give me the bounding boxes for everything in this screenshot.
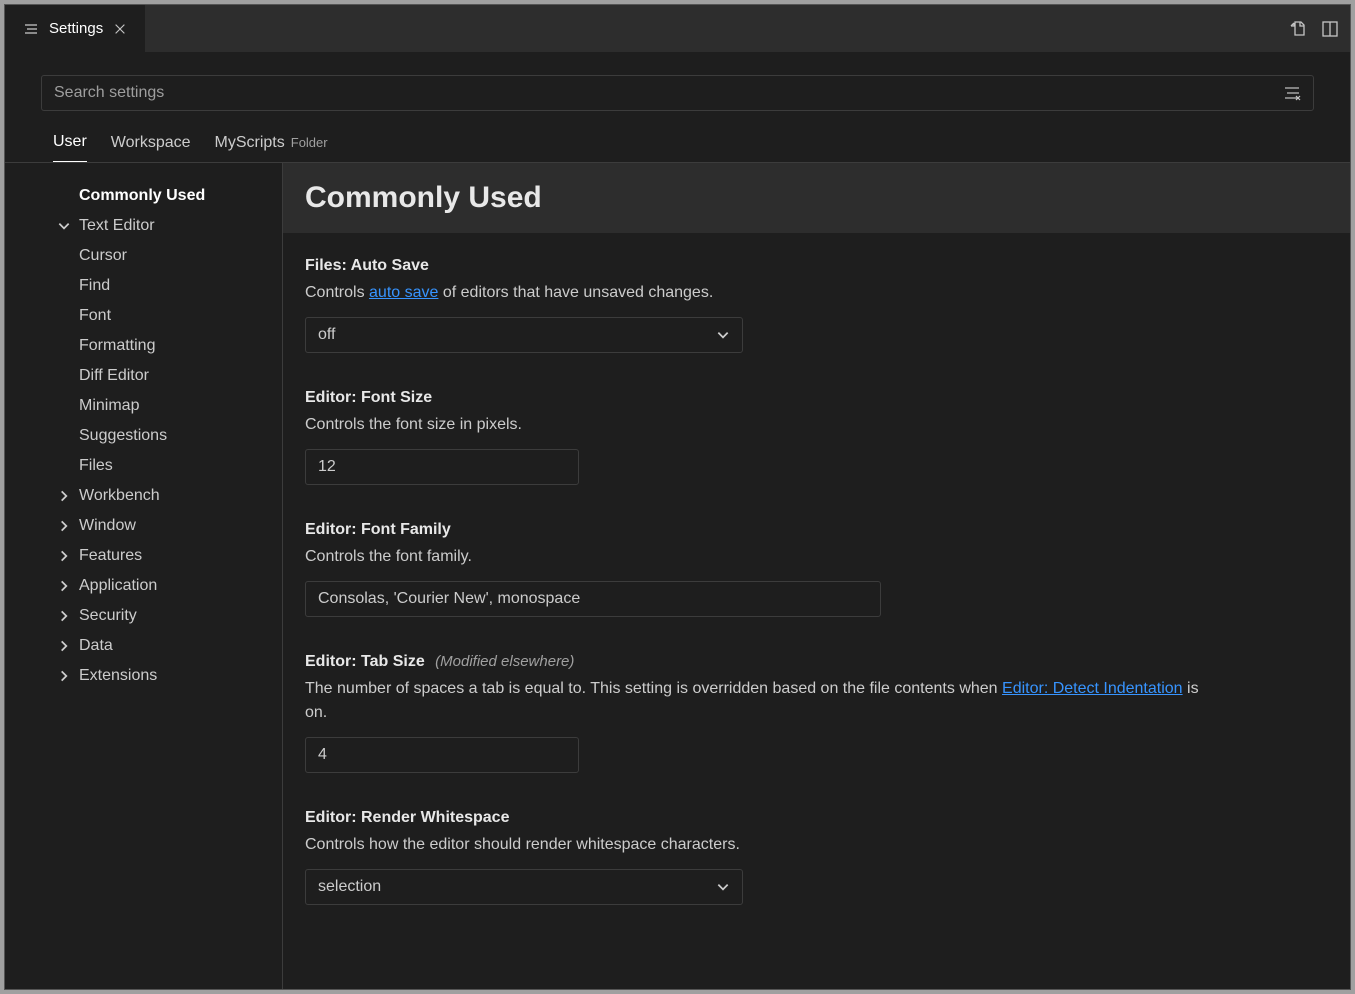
setting-title: Editor: Font Family — [305, 521, 1221, 539]
settings-list-icon — [23, 21, 39, 37]
select-value: selection — [318, 878, 381, 896]
toc-text-editor[interactable]: Text Editor — [55, 211, 282, 241]
setting-title: Files: Auto Save — [305, 257, 1221, 275]
toc-sub-label: Formatting — [79, 337, 155, 355]
toc-application[interactable]: Application — [55, 571, 282, 601]
editor-tab-label: Settings — [49, 20, 103, 37]
toc-font[interactable]: Font — [79, 301, 111, 331]
scope-user[interactable]: User — [53, 133, 87, 162]
input-tab-size[interactable] — [318, 746, 566, 764]
split-editor-icon[interactable] — [1320, 19, 1340, 39]
toc-label: Commonly Used — [79, 187, 205, 205]
select-render-whitespace[interactable]: selection — [305, 869, 743, 905]
toc-suggestions[interactable]: Suggestions — [79, 421, 167, 451]
desc-text: of editors that have unsaved changes. — [438, 284, 713, 301]
toc-sub-label: Diff Editor — [79, 367, 149, 385]
setting-title: Editor: Font Size — [305, 389, 1221, 407]
link-auto-save[interactable]: auto save — [369, 284, 438, 301]
setting-description: Controls the font size in pixels. — [305, 413, 1221, 437]
toc-diff-editor[interactable]: Diff Editor — [79, 361, 149, 391]
scope-workspace[interactable]: Workspace — [111, 134, 191, 162]
settings-search[interactable] — [41, 75, 1314, 111]
chevron-right-icon — [55, 489, 73, 503]
input-font-size-wrapper — [305, 449, 579, 485]
section-heading-title: Commonly Used — [305, 181, 1328, 215]
scope-folder-label: MyScripts — [215, 134, 285, 152]
toc-label: Data — [79, 637, 113, 655]
setting-editor-font-size: Editor: Font Size Controls the font size… — [283, 389, 1243, 521]
toc-label: Application — [79, 577, 157, 595]
setting-description: The number of spaces a tab is equal to. … — [305, 677, 1221, 725]
setting-files-auto-save: Files: Auto Save Controls auto save of e… — [283, 257, 1243, 389]
settings-search-input[interactable] — [42, 84, 1271, 102]
chevron-down-icon — [55, 219, 73, 233]
toc-label: Window — [79, 517, 136, 535]
toc-sub-label: Cursor — [79, 247, 127, 265]
toc-label: Extensions — [79, 667, 157, 685]
settings-scope-tabs: User Workspace MyScripts Folder — [5, 111, 1350, 163]
setting-description: Controls how the editor should render wh… — [305, 833, 1221, 857]
toc-cursor[interactable]: Cursor — [79, 241, 127, 271]
toc-sub-label: Font — [79, 307, 111, 325]
toc-sub-label: Files — [79, 457, 113, 475]
toc-files[interactable]: Files — [79, 451, 113, 481]
toc-extensions[interactable]: Extensions — [55, 661, 282, 691]
chevron-right-icon — [55, 549, 73, 563]
toc-find[interactable]: Find — [79, 271, 110, 301]
input-font-family[interactable] — [318, 590, 868, 608]
toc-data[interactable]: Data — [55, 631, 282, 661]
settings-content: Commonly Used Files: Auto Save Controls … — [283, 163, 1350, 989]
chevron-right-icon — [55, 669, 73, 683]
scope-folder[interactable]: MyScripts Folder — [215, 134, 328, 162]
toc-workbench[interactable]: Workbench — [55, 481, 282, 511]
section-heading: Commonly Used — [283, 163, 1350, 233]
setting-description: Controls the font family. — [305, 545, 1221, 569]
setting-title: Editor: Render Whitespace — [305, 809, 1221, 827]
chevron-right-icon — [55, 579, 73, 593]
title-text: Editor: Tab Size — [305, 653, 425, 670]
editor-tab-strip: Settings — [5, 5, 1350, 53]
input-tab-size-wrapper — [305, 737, 579, 773]
scope-folder-badge: Folder — [291, 135, 328, 150]
toc-window[interactable]: Window — [55, 511, 282, 541]
input-font-size[interactable] — [318, 458, 566, 476]
setting-description: Controls auto save of editors that have … — [305, 281, 1221, 305]
open-json-icon[interactable] — [1288, 19, 1308, 39]
toc-label: Security — [79, 607, 137, 625]
scope-workspace-label: Workspace — [111, 134, 191, 152]
toc-label: Workbench — [79, 487, 160, 505]
close-icon[interactable] — [113, 22, 127, 36]
filter-icon[interactable] — [1271, 84, 1313, 102]
toc-minimap[interactable]: Minimap — [79, 391, 139, 421]
chevron-down-icon — [716, 328, 730, 342]
toc-security[interactable]: Security — [55, 601, 282, 631]
desc-text: The number of spaces a tab is equal to. … — [305, 680, 1002, 697]
settings-toc: › Commonly Used Text Editor Cursor Find … — [5, 163, 283, 989]
toc-features[interactable]: Features — [55, 541, 282, 571]
desc-text: Controls — [305, 284, 369, 301]
editor-tab-settings[interactable]: Settings — [5, 5, 145, 52]
link-detect-indentation[interactable]: Editor: Detect Indentation — [1002, 680, 1183, 697]
toc-label: Text Editor — [79, 217, 155, 235]
setting-editor-font-family: Editor: Font Family Controls the font fa… — [283, 521, 1243, 653]
toc-formatting[interactable]: Formatting — [79, 331, 155, 361]
select-value: off — [318, 326, 336, 344]
modified-elsewhere-annot: (Modified elsewhere) — [435, 653, 574, 670]
toc-label: Features — [79, 547, 142, 565]
toc-commonly-used[interactable]: › Commonly Used — [55, 181, 282, 211]
chevron-right-icon — [55, 519, 73, 533]
chevron-right-icon — [55, 609, 73, 623]
chevron-down-icon — [716, 880, 730, 894]
chevron-right-icon — [55, 639, 73, 653]
scope-user-label: User — [53, 133, 87, 151]
editor-actions — [1288, 5, 1350, 52]
input-font-family-wrapper — [305, 581, 881, 617]
toc-sub-label: Find — [79, 277, 110, 295]
select-auto-save[interactable]: off — [305, 317, 743, 353]
setting-editor-tab-size: Editor: Tab Size (Modified elsewhere) Th… — [283, 653, 1243, 809]
toc-sub-label: Minimap — [79, 397, 139, 415]
setting-title: Editor: Tab Size (Modified elsewhere) — [305, 653, 1221, 671]
toc-sub-label: Suggestions — [79, 427, 167, 445]
setting-editor-render-whitespace: Editor: Render Whitespace Controls how t… — [283, 809, 1243, 941]
